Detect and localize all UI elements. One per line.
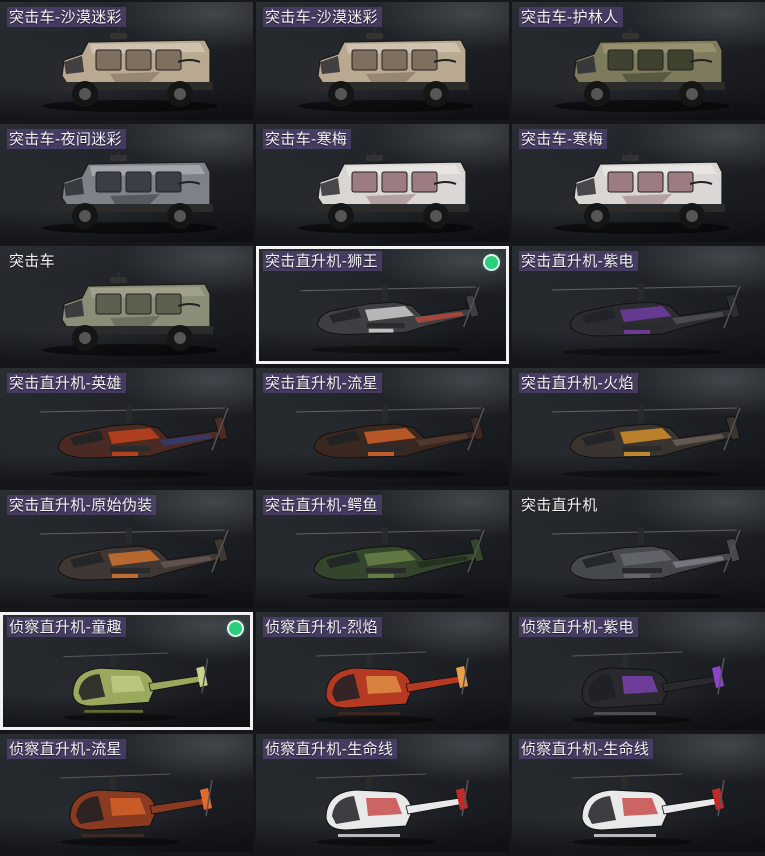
- truck-icon: [42, 272, 218, 356]
- attack-helicopter-icon: [39, 528, 229, 600]
- truck-icon: [42, 150, 218, 234]
- scout-helicopter-icon: [315, 773, 469, 846]
- skin-card[interactable]: 突击车-夜间迷彩: [0, 124, 253, 242]
- skin-label: 突击车: [9, 252, 55, 270]
- scout-helicopter-icon: [315, 651, 469, 724]
- skin-label: 突击车-沙漠迷彩: [7, 7, 126, 27]
- skin-label: 突击直升机-原始伪装: [7, 495, 157, 515]
- skin-card[interactable]: 突击直升机-紫电: [512, 246, 765, 364]
- skin-card[interactable]: 突击车-护林人: [512, 2, 765, 120]
- skin-card[interactable]: 突击直升机-狮王: [256, 246, 509, 364]
- skin-card[interactable]: 侦察直升机-童趣: [0, 612, 253, 730]
- skin-label: 突击直升机-紫电: [519, 251, 638, 271]
- skin-card[interactable]: 突击车: [0, 246, 253, 364]
- truck-icon: [298, 28, 474, 112]
- skin-card[interactable]: 突击直升机-英雄: [0, 368, 253, 486]
- skin-label: 突击直升机-火焰: [519, 373, 638, 393]
- scout-helicopter-icon: [571, 773, 725, 846]
- skin-card[interactable]: 突击直升机: [512, 490, 765, 608]
- skin-label: 侦察直升机-生命线: [519, 739, 654, 759]
- scout-helicopter-icon: [59, 773, 213, 846]
- skin-label: 突击车-护林人: [519, 7, 623, 27]
- attack-helicopter-icon: [551, 528, 741, 600]
- skin-card[interactable]: 突击车-寒梅: [512, 124, 765, 242]
- skin-card[interactable]: 突击车-沙漠迷彩: [256, 2, 509, 120]
- skin-label: 突击直升机-英雄: [7, 373, 126, 393]
- attack-helicopter-icon: [295, 406, 485, 478]
- skin-label: 突击直升机: [521, 496, 598, 514]
- skin-card[interactable]: 突击直升机-原始伪装: [0, 490, 253, 608]
- skin-label: 侦察直升机-烈焰: [263, 617, 382, 637]
- skin-card[interactable]: 突击车-沙漠迷彩: [0, 2, 253, 120]
- scout-helicopter-icon: [571, 651, 725, 724]
- attack-helicopter-icon: [551, 284, 741, 356]
- skin-label: 突击车-寒梅: [519, 129, 608, 149]
- truck-icon: [298, 150, 474, 234]
- truck-icon: [42, 28, 218, 112]
- skin-card[interactable]: 侦察直升机-烈焰: [256, 612, 509, 730]
- skin-card[interactable]: 侦察直升机-流星: [0, 734, 253, 852]
- skin-label: 突击直升机-流星: [263, 373, 382, 393]
- skin-label: 突击车-沙漠迷彩: [263, 7, 382, 27]
- skin-label: 突击直升机-狮王: [263, 251, 382, 271]
- skin-label: 侦察直升机-紫电: [519, 617, 638, 637]
- skin-card[interactable]: 侦察直升机-生命线: [256, 734, 509, 852]
- skin-label: 侦察直升机-生命线: [263, 739, 398, 759]
- skin-label: 侦察直升机-童趣: [7, 617, 126, 637]
- skin-label: 突击车-夜间迷彩: [7, 129, 126, 149]
- truck-icon: [554, 150, 730, 234]
- attack-helicopter-icon: [295, 528, 485, 600]
- attack-helicopter-icon: [551, 406, 741, 478]
- skin-card[interactable]: 突击车-寒梅: [256, 124, 509, 242]
- skin-card[interactable]: 突击直升机-鳄鱼: [256, 490, 509, 608]
- skin-label: 突击直升机-鳄鱼: [263, 495, 382, 515]
- equipped-indicator-icon: [229, 622, 242, 635]
- skin-label: 侦察直升机-流星: [7, 739, 126, 759]
- skin-label: 突击车-寒梅: [263, 129, 352, 149]
- skin-card[interactable]: 侦察直升机-紫电: [512, 612, 765, 730]
- skin-grid: 突击车-沙漠迷彩 突击车-沙漠迷彩 突击车-护林人 突击车-夜间迷彩 突击车-寒…: [0, 0, 765, 856]
- skin-card[interactable]: 侦察直升机-生命线: [512, 734, 765, 852]
- equipped-indicator-icon: [485, 256, 498, 269]
- truck-icon: [554, 28, 730, 112]
- scout-helicopter-icon: [63, 652, 209, 722]
- skin-card[interactable]: 突击直升机-流星: [256, 368, 509, 486]
- skin-card[interactable]: 突击直升机-火焰: [512, 368, 765, 486]
- attack-helicopter-icon: [300, 285, 480, 354]
- attack-helicopter-icon: [39, 406, 229, 478]
